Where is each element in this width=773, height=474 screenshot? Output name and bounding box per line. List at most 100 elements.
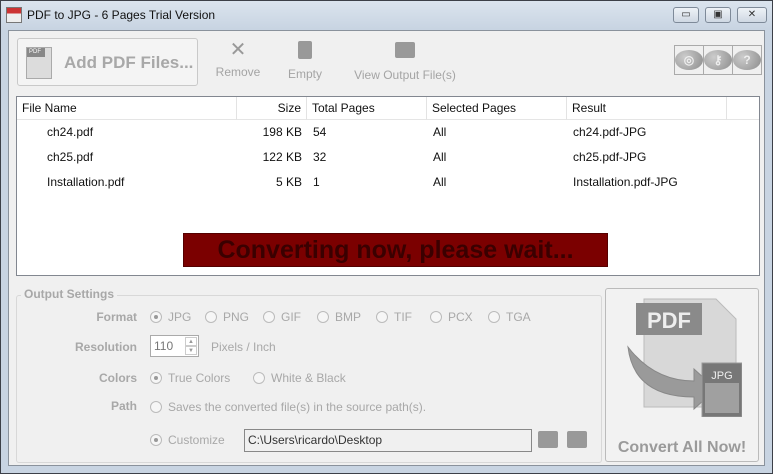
resolution-unit: Pixels / Inch bbox=[211, 340, 276, 354]
title-bar: PDF to JPG - 6 Pages Trial Version ▭ ▣ ✕ bbox=[1, 1, 772, 29]
minimize-button[interactable]: ▭ bbox=[673, 7, 699, 23]
radio-label: BMP bbox=[335, 310, 362, 324]
view-output-files-button[interactable]: View Output File(s) bbox=[349, 39, 461, 82]
radio-label: JPG bbox=[168, 310, 192, 324]
remove-label: Remove bbox=[215, 65, 261, 79]
cell-result: ch24.pdf-JPG bbox=[573, 125, 647, 139]
cell-selected-pages: All bbox=[433, 125, 447, 139]
output-path-input[interactable]: C:\Users\ricardo\Desktop bbox=[244, 429, 532, 452]
table-row[interactable]: ch25.pdf 122 KB 32 All ch25.pdf-JPG bbox=[17, 145, 759, 170]
client-area: PDF Add PDF Files... ✕ Remove Empty View… bbox=[8, 30, 765, 466]
register-button[interactable]: ⚷ bbox=[704, 46, 733, 74]
jpg-text: JPG bbox=[711, 370, 732, 382]
radio-label: TGA bbox=[506, 310, 531, 324]
maximize-button[interactable]: ▣ bbox=[705, 7, 731, 23]
help-icon: ? bbox=[733, 50, 761, 70]
website-button[interactable]: ◎ bbox=[675, 46, 704, 74]
radio-dot bbox=[263, 311, 275, 323]
radio-label: PCX bbox=[448, 310, 473, 324]
radio-dot bbox=[253, 372, 265, 384]
folder-icon bbox=[394, 42, 416, 64]
radio-dot bbox=[150, 311, 162, 323]
cell-size: 198 KB bbox=[262, 125, 302, 139]
open-folder-icon[interactable] bbox=[567, 431, 587, 448]
cell-total-pages: 54 bbox=[313, 125, 327, 139]
radio-dot bbox=[376, 311, 388, 323]
white-black-radio[interactable]: White & Black bbox=[253, 371, 346, 385]
radio-label: True Colors bbox=[168, 371, 231, 385]
cell-file-name: Installation.pdf bbox=[47, 175, 125, 189]
remove-button[interactable]: ✕ Remove bbox=[215, 39, 261, 79]
cell-size: 5 KB bbox=[275, 175, 302, 189]
column-file-name[interactable]: File Name bbox=[17, 97, 237, 120]
cell-file-name: ch24.pdf bbox=[47, 125, 94, 139]
converting-status-banner: Converting now, please wait... bbox=[183, 233, 608, 267]
cell-size: 122 KB bbox=[262, 150, 302, 164]
customize-path-radio[interactable]: Customize bbox=[150, 433, 225, 447]
radio-label: GIF bbox=[281, 310, 301, 324]
add-pdf-files-button[interactable]: PDF Add PDF Files... bbox=[17, 38, 198, 86]
convert-all-now-button[interactable]: PDF JPG Convert All Now! bbox=[605, 288, 759, 462]
true-colors-radio[interactable]: True Colors bbox=[150, 371, 230, 385]
radio-dot bbox=[317, 311, 329, 323]
resolution-value: 110 bbox=[154, 339, 174, 353]
format-pcx-radio[interactable]: PCX bbox=[430, 310, 473, 324]
spin-up-icon[interactable]: ▲ bbox=[185, 337, 197, 346]
cell-result: Installation.pdf-JPG bbox=[573, 175, 678, 189]
format-label: Format bbox=[96, 310, 137, 324]
format-jpg-radio[interactable]: JPG bbox=[150, 310, 191, 324]
radio-label: TIF bbox=[394, 310, 412, 324]
format-tga-radio[interactable]: TGA bbox=[488, 310, 531, 324]
radio-label: Customize bbox=[168, 433, 225, 447]
window-title: PDF to JPG - 6 Pages Trial Version bbox=[27, 8, 216, 22]
add-pdf-files-label: Add PDF Files... bbox=[64, 53, 194, 72]
pdf-file-icon: PDF bbox=[26, 47, 52, 79]
column-result[interactable]: Result bbox=[567, 97, 727, 120]
empty-button[interactable]: Empty bbox=[285, 39, 325, 81]
cell-selected-pages: All bbox=[433, 175, 447, 189]
file-table: File Name Size Total Pages Selected Page… bbox=[16, 96, 760, 276]
radio-label: Saves the converted file(s) in the sourc… bbox=[168, 400, 427, 414]
table-row[interactable]: Installation.pdf 5 KB 1 All Installation… bbox=[17, 170, 759, 195]
table-row[interactable]: ch24.pdf 198 KB 54 All ch24.pdf-JPG bbox=[17, 120, 759, 145]
cell-total-pages: 1 bbox=[313, 175, 320, 189]
app-icon bbox=[6, 7, 22, 23]
format-gif-radio[interactable]: GIF bbox=[263, 310, 301, 324]
pdf-to-jpg-icon: PDF JPG bbox=[627, 298, 742, 417]
key-icon: ⚷ bbox=[704, 50, 732, 70]
cell-selected-pages: All bbox=[433, 150, 447, 164]
column-size[interactable]: Size bbox=[237, 97, 307, 120]
view-output-files-label: View Output File(s) bbox=[354, 68, 456, 82]
help-button[interactable]: ? bbox=[733, 46, 761, 74]
spin-down-icon[interactable]: ▼ bbox=[185, 346, 197, 355]
recycle-bin-icon bbox=[294, 41, 316, 63]
output-settings-legend: Output Settings bbox=[21, 287, 117, 301]
close-button[interactable]: ✕ bbox=[737, 7, 767, 23]
cell-file-name: ch25.pdf bbox=[47, 150, 94, 164]
pdf-text: PDF bbox=[647, 308, 691, 333]
column-total-pages[interactable]: Total Pages bbox=[307, 97, 427, 120]
format-bmp-radio[interactable]: BMP bbox=[317, 310, 361, 324]
format-tif-radio[interactable]: TIF bbox=[376, 310, 412, 324]
browse-folder-icon[interactable] bbox=[538, 431, 558, 448]
radio-dot bbox=[430, 311, 442, 323]
empty-label: Empty bbox=[287, 67, 322, 81]
resolution-stepper[interactable]: 110 ▲ ▼ bbox=[150, 335, 199, 357]
radio-dot bbox=[150, 372, 162, 384]
column-selected-pages[interactable]: Selected Pages bbox=[427, 97, 567, 120]
pdf-badge: PDF bbox=[27, 48, 45, 57]
radio-dot bbox=[150, 401, 162, 413]
app-window: PDF to JPG - 6 Pages Trial Version ▭ ▣ ✕… bbox=[0, 0, 773, 474]
resolution-label: Resolution bbox=[75, 340, 137, 354]
radio-label: White & Black bbox=[271, 371, 346, 385]
path-label: Path bbox=[110, 399, 137, 413]
convert-all-now-label: Convert All Now! bbox=[617, 439, 747, 456]
colors-label: Colors bbox=[98, 371, 137, 385]
help-button-group: ◎ ⚷ ? bbox=[674, 45, 762, 75]
format-png-radio[interactable]: PNG bbox=[205, 310, 249, 324]
radio-dot bbox=[205, 311, 217, 323]
radio-label: PNG bbox=[223, 310, 250, 324]
source-path-radio[interactable]: Saves the converted file(s) in the sourc… bbox=[150, 400, 426, 414]
cell-total-pages: 32 bbox=[313, 150, 327, 164]
cell-result: ch25.pdf-JPG bbox=[573, 150, 647, 164]
